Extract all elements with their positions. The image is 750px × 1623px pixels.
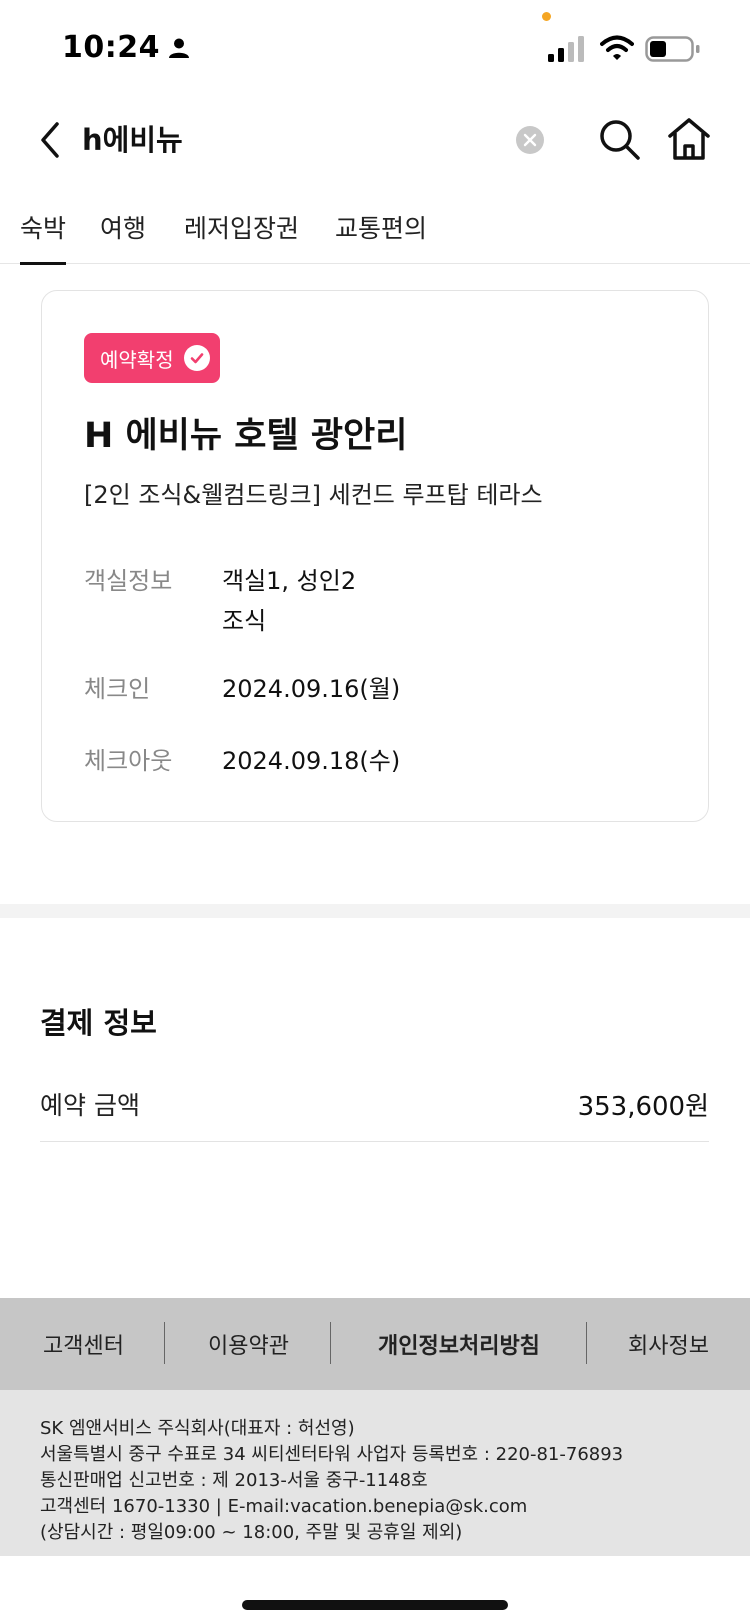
home-icon[interactable]: [664, 114, 714, 164]
tab-travel[interactable]: 여행: [100, 190, 146, 264]
footer-link-customer-center[interactable]: 고객센터: [43, 1328, 124, 1360]
chevron-left-icon: [41, 122, 59, 158]
footer-link-company[interactable]: 회사정보: [628, 1328, 709, 1360]
hotel-name: H 에비뉴 호텔 광안리: [84, 416, 408, 456]
payment-amount-value: 353,600원: [577, 1092, 709, 1122]
room-info-label: 객실정보: [84, 567, 173, 595]
checkout-value: 2024.09.18(수): [222, 747, 401, 775]
back-button[interactable]: [30, 114, 70, 166]
checkin-value: 2024.09.16(월): [222, 675, 401, 703]
checkin-row: 체크인 2024.09.16(월): [84, 669, 400, 709]
payment-amount-label: 예약 금액: [40, 1091, 140, 1120]
room-info-row: 객실정보 객실1, 성인2 조식: [84, 561, 356, 641]
clear-search-button[interactable]: [516, 126, 544, 154]
close-icon: [523, 133, 537, 147]
footer-bottom: [0, 1556, 750, 1623]
search-input[interactable]: h에비뉴: [82, 118, 183, 162]
footer-link-terms[interactable]: 이용약관: [208, 1328, 289, 1360]
status-badge: 예약확정: [84, 333, 220, 383]
payment-title: 결제 정보: [40, 1006, 157, 1040]
booking-card[interactable]: 예약확정 H 에비뉴 호텔 광안리 [2인 조식&웰컴드링크] 세컨드 루프탑 …: [41, 290, 709, 822]
footer-separator: [330, 1322, 331, 1364]
home-indicator[interactable]: [242, 1600, 508, 1610]
room-name: [2인 조식&웰컴드링크] 세컨드 루프탑 테라스: [84, 481, 543, 509]
category-tabs: 숙박 여행 레저입장권 교통편의: [0, 190, 750, 265]
room-info-value: 객실1, 성인2: [222, 567, 357, 595]
app-header: h에비뉴: [0, 100, 750, 180]
company-info-line: 서울특별시 중구 수표로 34 씨티센터타워 사업자 등록번호 : 220-81…: [40, 1444, 624, 1465]
person-icon: [169, 38, 189, 58]
status-time-text: 10:24: [62, 30, 160, 65]
company-info: SK 엠앤서비스 주식회사(대표자 : 허선영) 서울특별시 중구 수표로 34…: [0, 1390, 750, 1556]
footer-link-privacy[interactable]: 개인정보처리방침: [378, 1328, 540, 1360]
company-info-line: 통신판매업 신고번호 : 제 2013-서울 중구-1148호: [40, 1470, 428, 1491]
company-info-line: 고객센터 1670-1330 | E-mail:vacation.benepia…: [40, 1496, 528, 1517]
payment-amount-row: 예약 금액 353,600원: [40, 1086, 709, 1142]
wifi-icon: [600, 35, 634, 60]
battery-icon: [645, 36, 700, 62]
cellular-signal-icon: [548, 36, 584, 62]
status-bar: 10:24: [0, 0, 750, 100]
footer-separator: [586, 1322, 587, 1364]
privacy-indicator-dot: [542, 12, 551, 21]
checkout-row: 체크아웃 2024.09.18(수): [84, 741, 400, 781]
section-divider: [0, 904, 750, 918]
checkin-label: 체크인: [84, 675, 151, 703]
tab-transport[interactable]: 교통편의: [335, 190, 427, 264]
status-badge-label: 예약확정: [100, 347, 174, 372]
tab-lodging[interactable]: 숙박: [20, 190, 67, 265]
check-icon: [183, 345, 210, 371]
company-info-line: SK 엠앤서비스 주식회사(대표자 : 허선영): [40, 1418, 355, 1439]
company-info-line: (상담시간 : 평일09:00 ~ 18:00, 주말 및 공휴일 제외): [40, 1522, 463, 1543]
tab-leisure-tickets[interactable]: 레저입장권: [184, 190, 299, 264]
room-info-values: 객실1, 성인2 조식: [222, 561, 356, 641]
checkout-label: 체크아웃: [84, 747, 173, 775]
footer-separator: [164, 1322, 165, 1364]
footer-links: 고객센터 이용약관 개인정보처리방침 회사정보: [0, 1298, 750, 1390]
search-icon[interactable]: [596, 116, 644, 164]
status-time: 10:24: [62, 30, 190, 65]
meal-info-value: 조식: [222, 607, 267, 635]
